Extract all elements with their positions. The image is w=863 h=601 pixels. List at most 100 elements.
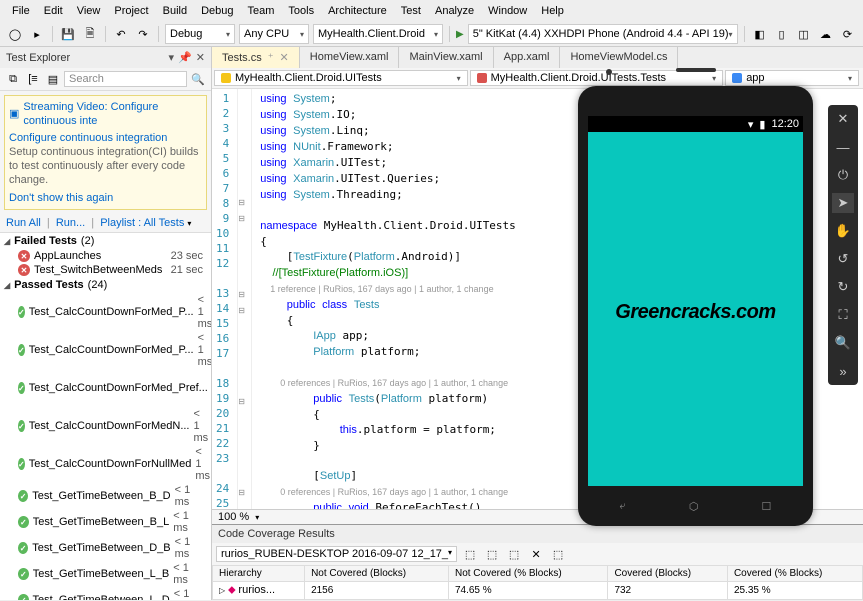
tab-tests[interactable]: Tests.cs⁺✕ bbox=[212, 47, 300, 68]
test-item[interactable]: ✕Test_SwitchBetweenMeds21 sec bbox=[0, 263, 211, 277]
layout-mini-icon[interactable]: ▤ bbox=[44, 70, 62, 88]
redo-icon[interactable]: ↷ bbox=[134, 25, 152, 43]
field-icon bbox=[732, 73, 742, 83]
nav-back-icon[interactable]: ◯ bbox=[6, 25, 24, 43]
pass-icon: ✓ bbox=[18, 458, 25, 470]
coverage-export-icon[interactable]: ⬚ bbox=[483, 545, 501, 563]
run-link[interactable]: Run... bbox=[56, 217, 85, 229]
pointer-icon[interactable]: ➤ bbox=[832, 193, 854, 213]
zoom-icon[interactable]: 🔍 bbox=[832, 333, 854, 353]
menu-view[interactable]: View bbox=[71, 3, 107, 19]
test-item[interactable]: ✓Test_CalcCountDownForNullMed< 1 ms bbox=[0, 445, 211, 483]
test-item[interactable]: ✓Test_GetTimeBetween_L_D< 1 ms bbox=[0, 587, 211, 600]
test-item[interactable]: ✓Test_CalcCountDownForMed_Pref...< 1 ms bbox=[0, 369, 211, 407]
refresh-icon[interactable]: ⟳ bbox=[839, 25, 857, 43]
coverage-toolbar: rurios_RUBEN-DESKTOP 2016-09-07 12_17_ ⬚… bbox=[212, 543, 863, 565]
search-input[interactable]: Search bbox=[64, 71, 187, 87]
group-by-icon[interactable]: ⧉ bbox=[4, 70, 22, 88]
zoom-level[interactable]: 100 % bbox=[218, 511, 249, 523]
nav-fwd-icon[interactable]: ▸ bbox=[28, 25, 46, 43]
menu-team[interactable]: Team bbox=[242, 3, 281, 19]
target-select[interactable]: MyHealth.Client.Droid bbox=[313, 24, 443, 44]
coverage-merge-icon[interactable]: ⬚ bbox=[505, 545, 523, 563]
coverage-run-select[interactable]: rurios_RUBEN-DESKTOP 2016-09-07 12_17_ bbox=[216, 546, 457, 562]
phone-icon[interactable]: ▯ bbox=[773, 25, 791, 43]
dont-show-link[interactable]: Don't show this again bbox=[9, 191, 202, 205]
window-icon[interactable]: ◫ bbox=[795, 25, 813, 43]
filter-icon[interactable]: [≡ bbox=[24, 70, 42, 88]
test-item[interactable]: ✓Test_CalcCountDownForMedN...< 1 ms bbox=[0, 407, 211, 445]
save-icon[interactable]: 💾 bbox=[59, 25, 77, 43]
coverage-row[interactable]: ▷ ⬥ rurios... 2156 74.65 % 732 25.35 % bbox=[213, 582, 863, 600]
col-notcov-blocks[interactable]: Not Covered (Blocks) bbox=[305, 566, 449, 582]
close-icon[interactable]: ✕ bbox=[196, 51, 205, 64]
test-item[interactable]: ✓Test_GetTimeBetween_B_L< 1 ms bbox=[0, 509, 211, 535]
start-debug-icon[interactable]: ▶ bbox=[456, 29, 464, 40]
coverage-remove-icon[interactable]: ⬚ bbox=[549, 545, 567, 563]
col-notcov-pct[interactable]: Not Covered (% Blocks) bbox=[448, 566, 607, 582]
crumb-project[interactable]: MyHealth.Client.Droid.UITests bbox=[214, 70, 468, 86]
emulator-screen[interactable]: ▾ ▮ 12:20 ⤶ ⬡ ☐ bbox=[588, 116, 803, 486]
menu-edit[interactable]: Edit bbox=[38, 3, 69, 19]
coverage-color-icon[interactable]: ✕ bbox=[527, 545, 545, 563]
fit-icon[interactable]: ⛶ bbox=[832, 305, 854, 325]
test-item[interactable]: ✓Test_CalcCountDownForMed_P...< 1 ms bbox=[0, 331, 211, 369]
undo-icon[interactable]: ↶ bbox=[112, 25, 130, 43]
menu-window[interactable]: Window bbox=[482, 3, 533, 19]
menu-debug[interactable]: Debug bbox=[195, 3, 239, 19]
layout-icon[interactable]: ◧ bbox=[751, 25, 769, 43]
menu-analyze[interactable]: Analyze bbox=[429, 3, 480, 19]
col-hierarchy[interactable]: Hierarchy bbox=[213, 566, 305, 582]
config-select[interactable]: Debug bbox=[165, 24, 235, 44]
minimize-icon[interactable]: — bbox=[832, 137, 854, 157]
run-all-link[interactable]: Run All bbox=[6, 217, 41, 229]
crumb-member[interactable]: app bbox=[725, 70, 859, 86]
test-item[interactable]: ✓Test_GetTimeBetween_B_D< 1 ms bbox=[0, 483, 211, 509]
coverage-import-icon[interactable]: ⬚ bbox=[461, 545, 479, 563]
banner-title[interactable]: Streaming Video: Configure continuous in… bbox=[23, 100, 202, 129]
test-tree[interactable]: ◢ Failed Tests (2) ✕AppLaunches23 sec✕Te… bbox=[0, 233, 211, 600]
configure-ci-link[interactable]: Configure continuous integration bbox=[9, 131, 202, 145]
recents-icon[interactable]: ☐ bbox=[762, 500, 772, 513]
search-icon[interactable]: 🔍 bbox=[189, 70, 207, 88]
failed-tests-group[interactable]: ◢ Failed Tests (2) bbox=[0, 233, 211, 249]
menu-architecture[interactable]: Architecture bbox=[322, 3, 393, 19]
menu-test[interactable]: Test bbox=[395, 3, 427, 19]
cloud-icon[interactable]: ☁ bbox=[817, 25, 835, 43]
device-select[interactable]: 5" KitKat (4.4) XXHDPI Phone (Android 4.… bbox=[468, 24, 738, 44]
rotate-left-icon[interactable]: ↺ bbox=[832, 249, 854, 269]
test-item[interactable]: ✓Test_GetTimeBetween_D_B< 1 ms bbox=[0, 535, 211, 561]
tab-mainview[interactable]: MainView.xaml bbox=[399, 47, 493, 68]
class-icon bbox=[477, 73, 487, 83]
platform-select[interactable]: Any CPU bbox=[239, 24, 309, 44]
tab-appxaml[interactable]: App.xaml bbox=[494, 47, 561, 68]
col-cov-blocks[interactable]: Covered (Blocks) bbox=[608, 566, 728, 582]
home-icon[interactable]: ⬡ bbox=[689, 500, 699, 513]
playlist-link[interactable]: Playlist : All Tests bbox=[100, 217, 184, 229]
menu-build[interactable]: Build bbox=[157, 3, 193, 19]
save-all-icon[interactable]: 🗎 bbox=[81, 25, 99, 43]
menu-help[interactable]: Help bbox=[535, 3, 570, 19]
android-emulator[interactable]: ▾ ▮ 12:20 ⤶ ⬡ ☐ Greencracks.com bbox=[578, 86, 813, 526]
pin-icon[interactable]: 📌 bbox=[178, 51, 192, 64]
test-item[interactable]: ✓Test_GetTimeBetween_L_B< 1 ms bbox=[0, 561, 211, 587]
more-icon[interactable]: » bbox=[832, 361, 854, 381]
menu-tools[interactable]: Tools bbox=[282, 3, 320, 19]
back-icon[interactable]: ⤶ bbox=[620, 500, 626, 513]
menu-project[interactable]: Project bbox=[108, 3, 154, 19]
close-emulator-icon[interactable]: ✕ bbox=[832, 109, 854, 129]
tab-close-icon[interactable]: ✕ bbox=[280, 52, 289, 64]
crumb-class[interactable]: MyHealth.Client.Droid.UITests.Tests bbox=[470, 70, 724, 86]
outline-gutter[interactable]: ⊟⊟ ⊟⊟ ⊟ ⊟ ⊟ bbox=[238, 89, 252, 509]
dropdown-icon[interactable]: ▾ bbox=[169, 51, 175, 64]
test-item[interactable]: ✓Test_CalcCountDownForMed_P...< 1 ms bbox=[0, 293, 211, 331]
tab-homeview[interactable]: HomeView.xaml bbox=[300, 47, 400, 68]
test-item[interactable]: ✕AppLaunches23 sec bbox=[0, 249, 211, 263]
passed-tests-group[interactable]: ◢ Passed Tests (24) bbox=[0, 277, 211, 293]
power-icon[interactable]: ⏻ bbox=[832, 165, 854, 185]
tab-homeviewmodel[interactable]: HomeViewModel.cs bbox=[560, 47, 678, 68]
rotate-right-icon[interactable]: ↻ bbox=[832, 277, 854, 297]
menu-file[interactable]: File bbox=[6, 3, 36, 19]
col-cov-pct[interactable]: Covered (% Blocks) bbox=[727, 566, 862, 582]
multitouch-icon[interactable]: ✋ bbox=[832, 221, 854, 241]
